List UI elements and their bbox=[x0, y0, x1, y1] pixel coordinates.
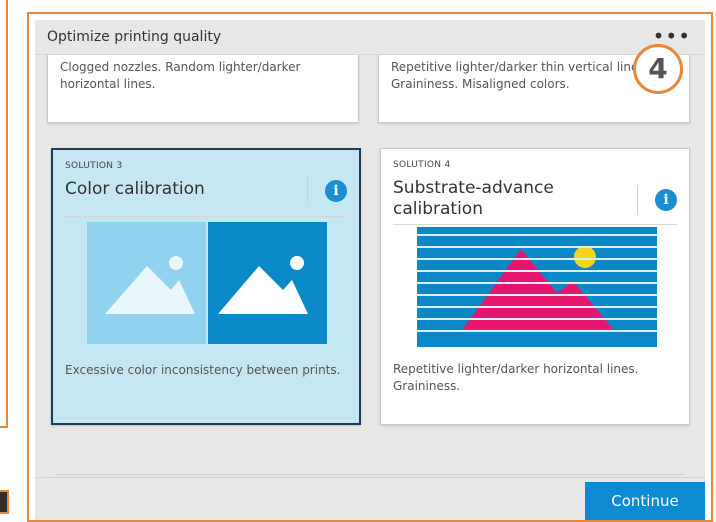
substrate-advance-image bbox=[417, 227, 657, 347]
dialog-body: Clogged nozzles. Random lighter/darker h… bbox=[35, 20, 705, 520]
sun-light bbox=[169, 256, 183, 270]
left-panel-fragment bbox=[0, 0, 8, 428]
solution-card-4[interactable]: SOLUTION 4 Substrate-advance calibration… bbox=[380, 148, 690, 425]
title-separator bbox=[307, 176, 308, 206]
dialog-header: Optimize printing quality ••• bbox=[35, 20, 705, 55]
card-divider bbox=[393, 224, 677, 225]
yellow-sun bbox=[574, 246, 596, 268]
continue-button[interactable]: Continue bbox=[585, 482, 705, 520]
info-icon[interactable]: i bbox=[655, 189, 677, 211]
title-separator bbox=[637, 185, 638, 215]
solution-3-title: Color calibration bbox=[65, 179, 205, 199]
content-divider bbox=[55, 474, 685, 475]
annotation-badge: 4 bbox=[633, 44, 683, 94]
solution-2-description-text: Repetitive lighter/darker thin vertical … bbox=[391, 60, 649, 91]
sun-dark bbox=[290, 256, 304, 270]
color-calibration-image bbox=[87, 222, 327, 344]
solution-4-description: Repetitive lighter/darker horizontal lin… bbox=[393, 362, 639, 393]
solution-1-description: Clogged nozzles. Random lighter/darker h… bbox=[60, 60, 301, 91]
solution-4-title: Substrate-advance calibration bbox=[393, 178, 554, 219]
optimize-quality-dialog: Clogged nozzles. Random lighter/darker h… bbox=[27, 12, 713, 522]
solution-2-description: Repetitive lighter/darker thin vertical … bbox=[391, 59, 671, 93]
left-dark-fragment bbox=[0, 490, 9, 514]
solution-3-description: Excessive color inconsistency between pr… bbox=[65, 363, 341, 377]
solution-card-3[interactable]: SOLUTION 3 Color calibration i Excessive… bbox=[51, 148, 361, 425]
info-icon[interactable]: i bbox=[325, 180, 347, 202]
solution-3-label: SOLUTION 3 bbox=[65, 161, 123, 171]
solution-4-label: SOLUTION 4 bbox=[393, 160, 451, 170]
card-divider bbox=[65, 216, 347, 217]
dialog-title: Optimize printing quality bbox=[47, 29, 222, 45]
